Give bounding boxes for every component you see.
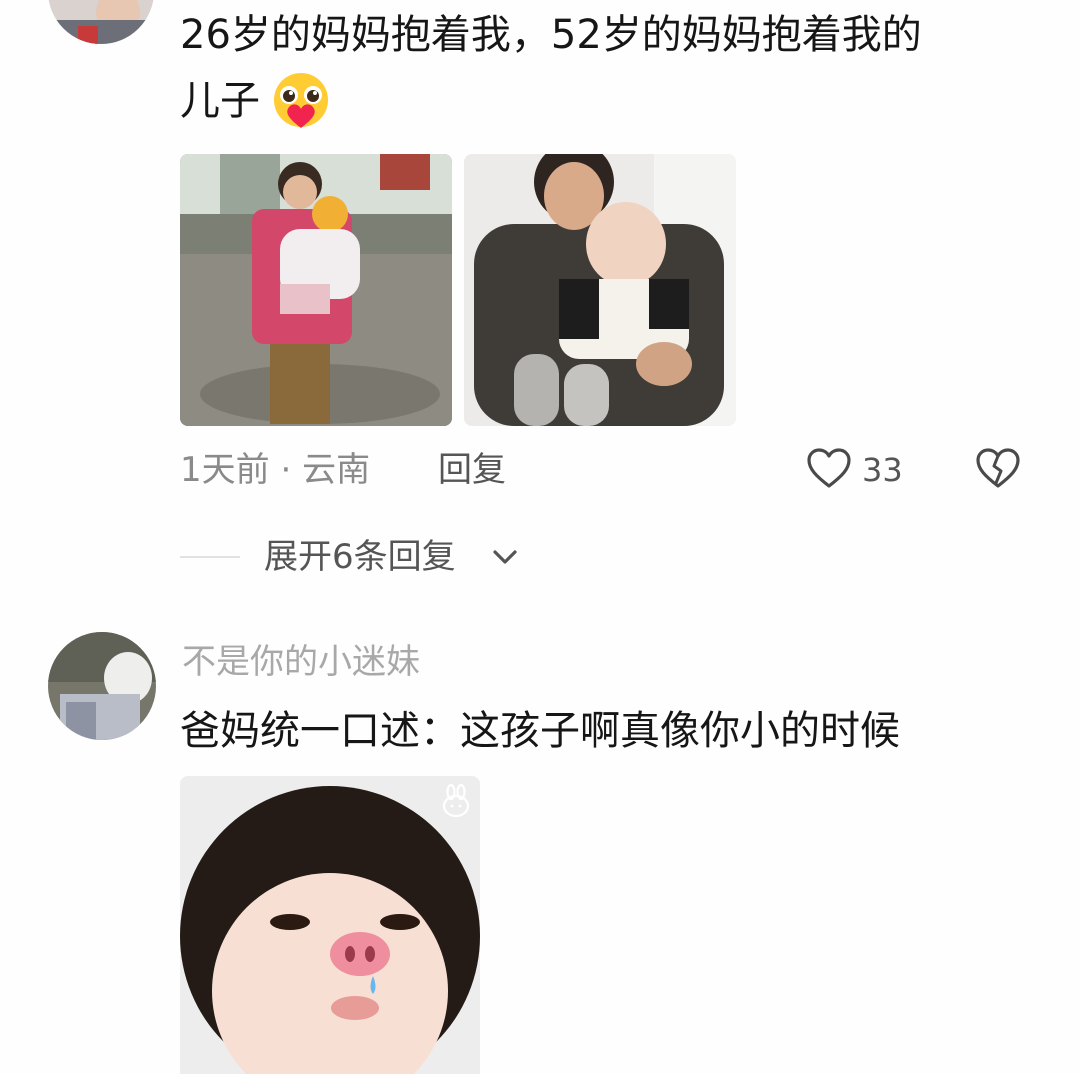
comment-meta: 1天前 · 云南 (180, 450, 370, 490)
photo-toddler[interactable] (180, 776, 480, 1074)
chevron-down-icon (490, 546, 520, 568)
comment-text: 爸妈统一口述：这孩子啊真像你小的时候 (180, 708, 900, 754)
like-button[interactable]: 33 (806, 444, 916, 494)
photo-new[interactable] (464, 154, 736, 426)
expand-replies-button[interactable]: 展开6条回复 (264, 537, 456, 581)
dislike-button[interactable] (975, 447, 1023, 491)
comment-time: 1天前 (180, 450, 270, 490)
reply-button[interactable]: 回复 (438, 450, 506, 490)
username[interactable]: 不是你的小迷妹 (182, 642, 420, 682)
comment-text-line2: 儿子 (180, 68, 260, 134)
expand-divider (180, 556, 240, 558)
heart-outline-icon (806, 447, 852, 489)
pleading-heart-emoji (270, 72, 332, 132)
avatar[interactable] (48, 0, 154, 44)
photo-old[interactable] (180, 154, 452, 426)
broken-heart-icon (975, 447, 1023, 489)
meta-separator: · (280, 450, 292, 490)
like-count: 33 (862, 451, 903, 489)
avatar[interactable] (48, 632, 156, 740)
rabbit-watermark-icon (440, 784, 472, 818)
comment-text: 26岁的妈妈抱着我，52岁的妈妈抱着我的 (180, 12, 922, 58)
comment-text-continued: 儿子 (180, 78, 260, 124)
comment-location: 云南 (302, 450, 371, 490)
expand-replies-label: 展开6条回复 (264, 537, 456, 577)
